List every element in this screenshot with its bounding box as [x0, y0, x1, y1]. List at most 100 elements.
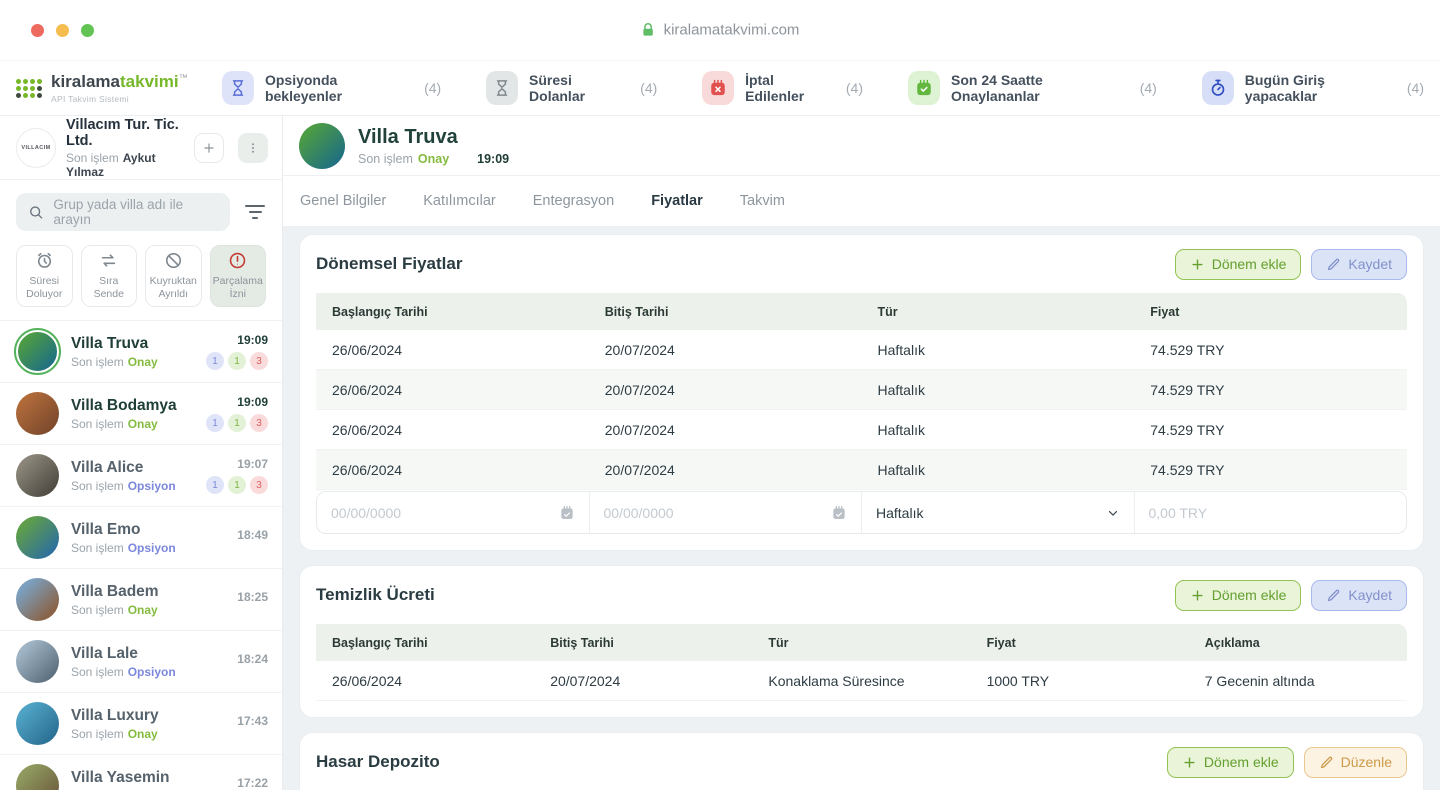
minimize-button[interactable]	[56, 24, 69, 37]
villa-name: Villa Lale	[71, 645, 225, 663]
calendar-icon[interactable]	[559, 505, 575, 521]
section-title: Temizlik Ücreti	[316, 585, 435, 605]
cell-price: 74.529 TRY	[1134, 330, 1407, 370]
villa-list-item[interactable]: Villa Luxury Son işlemOnay 17:43	[0, 693, 282, 755]
quick-filter-button[interactable]: Parçalamaİzni	[210, 245, 267, 307]
quick-filter-button[interactable]: SüresiDoluyor	[16, 245, 73, 307]
status-filter-chip[interactable]: Bugün Giriş yapacaklar (4)	[1202, 71, 1424, 105]
villa-search-input[interactable]: Grup yada villa adı ile arayın	[16, 193, 230, 231]
villa-status: Opsiyon	[128, 541, 176, 555]
villa-badges: 113	[206, 414, 268, 432]
villa-list-item[interactable]: Villa Bodamya Son işlemOnay 19:09 113	[0, 383, 282, 445]
alarm-clock-icon	[35, 251, 54, 270]
table-row[interactable]: 26/06/2024 20/07/2024 Haftalık 74.529 TR…	[316, 370, 1407, 410]
table-row[interactable]: 26/06/2024 20/07/2024 Haftalık 74.529 TR…	[316, 450, 1407, 490]
status-filter-chip[interactable]: Opsiyonda bekleyenler (4)	[222, 71, 441, 105]
status-filter-chip[interactable]: Son 24 Saatte Onaylananlar (4)	[908, 71, 1157, 105]
company-menu-button[interactable]	[238, 133, 268, 163]
quick-filter-button[interactable]: KuyruktanAyrıldı	[145, 245, 202, 307]
detail-tab[interactable]: Katılımcılar	[423, 193, 496, 209]
chip-count: (4)	[1140, 80, 1157, 96]
count-badge: 1	[206, 352, 224, 370]
type-select[interactable]: Haftalık	[862, 492, 1135, 533]
add-period-button[interactable]: Dönem ekle	[1167, 747, 1294, 778]
villa-list-item[interactable]: Villa Emo Son işlemOpsiyon 18:49	[0, 507, 282, 569]
villa-list-item[interactable]: Villa Badem Son işlemOnay 18:25	[0, 569, 282, 631]
add-company-button[interactable]	[194, 133, 224, 163]
close-button[interactable]	[31, 24, 44, 37]
villa-last-action: Son işlemOpsiyon	[71, 479, 194, 493]
villa-status: Onay	[128, 603, 158, 617]
chevron-down-icon	[1106, 506, 1120, 520]
add-period-button[interactable]: Dönem ekle	[1175, 580, 1302, 611]
table-row[interactable]: 26/06/2024 20/07/2024 Konaklama Süresinc…	[316, 661, 1407, 701]
chip-count: (4)	[424, 80, 441, 96]
calendar-icon[interactable]	[831, 505, 847, 521]
quick-filter-button[interactable]: SıraSende	[81, 245, 138, 307]
cell-type: Konaklama Süresince	[752, 661, 970, 701]
status-filter-bar: Opsiyonda bekleyenler (4) Süresi Dolanla…	[222, 71, 1424, 105]
plus-icon	[1190, 257, 1205, 272]
cell-end-date: 20/07/2024	[534, 661, 752, 701]
villa-name: Villa Bodamya	[71, 397, 194, 415]
count-badge: 1	[228, 414, 246, 432]
detail-tab[interactable]: Takvim	[740, 193, 785, 209]
chip-label: Opsiyonda bekleyenler	[265, 72, 409, 104]
villa-list-item[interactable]: Villa Lale Son işlemOpsiyon 18:24	[0, 631, 282, 693]
cell-price: 74.529 TRY	[1134, 410, 1407, 450]
periodic-prices-table: Başlangıç TarihiBitiş TarihiTürFiyat 26/…	[316, 293, 1407, 490]
villa-avatar	[16, 764, 59, 790]
villa-avatar	[16, 640, 59, 683]
cell-start-date: 26/06/2024	[316, 370, 589, 410]
edit-button[interactable]: Düzenle	[1304, 747, 1407, 778]
quick-filter-label: Parçalamaİzni	[213, 275, 263, 300]
chip-label: Bugün Giriş yapacaklar	[1245, 72, 1392, 104]
villa-list-item[interactable]: Villa Truva Son işlemOnay 19:09 113	[0, 321, 282, 383]
count-badge: 1	[228, 476, 246, 494]
cell-price: 74.529 TRY	[1134, 370, 1407, 410]
column-header: Bitiş Tarihi	[589, 293, 862, 330]
cleaning-fee-table: Başlangıç TarihiBitiş TarihiTürFiyatAçık…	[316, 624, 1407, 701]
save-button[interactable]: Kaydet	[1311, 249, 1407, 280]
periodic-prices-card: Dönemsel Fiyatlar Dönem ekle Kaydet	[299, 234, 1424, 551]
villa-list-item[interactable]: Villa Yasemin Son işlemRed 17:22	[0, 755, 282, 790]
end-date-input[interactable]: 00/00/0000	[590, 492, 863, 533]
villa-detail-time: 19:09	[477, 152, 509, 166]
app-logo[interactable]: kiralamatakvimi™ API Takvim Sistemi	[16, 73, 222, 104]
sidebar: VILLACIM Villacım Tur. Tic. Ltd. Son işl…	[0, 116, 283, 790]
table-row[interactable]: 26/06/2024 20/07/2024 Haftalık 74.529 TR…	[316, 410, 1407, 450]
new-period-row: 00/00/0000 00/00/0000 Haft	[316, 491, 1407, 534]
list-filter-button[interactable]	[244, 205, 266, 219]
url-text: kiralamatakvimi.com	[664, 22, 800, 39]
save-button[interactable]: Kaydet	[1311, 580, 1407, 611]
villa-name: Villa Alice	[71, 459, 194, 477]
column-header: Tür	[752, 624, 970, 661]
villa-name: Villa Luxury	[71, 707, 225, 725]
price-input[interactable]: 0,00 TRY	[1135, 492, 1407, 533]
start-date-input[interactable]: 00/00/0000	[317, 492, 590, 533]
villa-detail-sub: Son işlem Onay 19:09	[358, 152, 509, 166]
status-filter-chip[interactable]: İptal Edilenler (4)	[702, 71, 863, 105]
company-name: Villacım Tur. Tic. Ltd.	[66, 117, 184, 149]
section-title: Hasar Depozito	[316, 752, 440, 772]
cell-type: Haftalık	[862, 330, 1135, 370]
lock-icon	[641, 23, 656, 38]
villa-badges: 113	[206, 476, 268, 494]
table-row[interactable]: 26/06/2024 20/07/2024 Haftalık 74.529 TR…	[316, 330, 1407, 370]
villa-list: Villa Truva Son işlemOnay 19:09 113 Vill…	[0, 320, 282, 790]
detail-tab[interactable]: Genel Bilgiler	[300, 193, 386, 209]
villa-last-action: Son işlemOnay	[71, 355, 194, 369]
villa-last-action: Son işlemOpsiyon	[71, 541, 225, 555]
villa-list-item[interactable]: Villa Alice Son işlemOpsiyon 19:07 113	[0, 445, 282, 507]
detail-tab[interactable]: Entegrasyon	[533, 193, 614, 209]
status-filter-chip[interactable]: Süresi Dolanlar (4)	[486, 71, 657, 105]
maximize-button[interactable]	[81, 24, 94, 37]
count-badge: 1	[206, 414, 224, 432]
add-period-button[interactable]: Dönem ekle	[1175, 249, 1302, 280]
detail-tab[interactable]: Fiyatlar	[651, 193, 703, 209]
villa-time: 19:09	[206, 395, 268, 409]
cell-end-date: 20/07/2024	[589, 330, 862, 370]
address-bar[interactable]: kiralamatakvimi.com	[641, 22, 800, 39]
app-header: kiralamatakvimi™ API Takvim Sistemi Opsi…	[0, 60, 1440, 116]
pencil-icon	[1326, 257, 1341, 272]
